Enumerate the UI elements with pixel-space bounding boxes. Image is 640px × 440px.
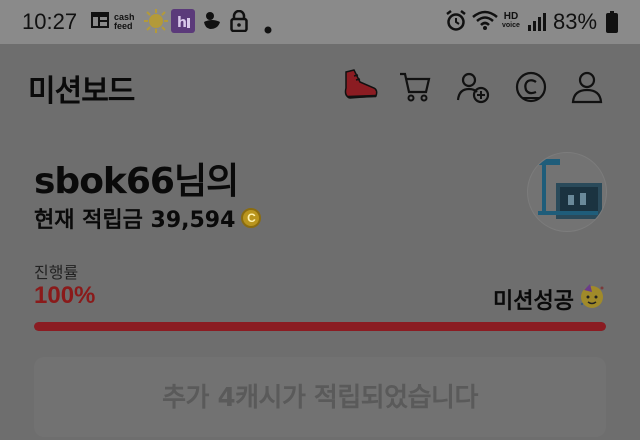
coin-icon: C [241,208,262,228]
balance-text: 현재 적립금 39,594 [34,208,236,233]
progress-bar-fill [34,322,606,331]
wifi-icon [472,9,498,35]
party-face-icon [578,282,606,316]
notification-dot-icon [264,19,272,38]
sun-face-icon [144,9,168,37]
reward-banner[interactable]: 추가 4캐시가 적립되었습니다 [34,357,606,437]
cashfeed-app-icon: cash feed [114,12,135,31]
battery-icon [606,11,618,37]
progress-bar [34,322,606,331]
username-heading: sbok66님의 [34,161,239,202]
add-friend-icon[interactable] [456,70,490,108]
battery-percent: 83% [553,9,598,34]
mission-status: 미션성공 [493,282,606,316]
lock-icon [230,9,248,36]
calendar-app-icon [90,10,110,34]
avatar[interactable] [527,152,607,232]
cart-icon[interactable] [398,70,432,108]
page-title: 미션보드 [28,74,135,109]
cash-coin-icon[interactable] [514,70,548,108]
hd-voice-indicator: HD voice [502,11,520,30]
progress-percent: 100% [34,282,96,309]
balance-row: 현재 적립금 39,594 C [34,202,262,234]
alarm-icon [446,10,466,36]
mission-status-text: 미션성공 [493,289,574,314]
sneaker-icon[interactable] [340,66,380,110]
svg-text:h: h [177,15,187,31]
status-bar: 10:27 cash feed h HD voice 83% [0,0,640,44]
reward-message: 추가 4캐시가 적립되었습니다 [162,383,478,413]
hi-app-icon: h [171,9,195,37]
profile-icon[interactable] [570,70,604,108]
duck-icon [202,10,222,34]
status-time: 10:27 [22,9,78,34]
signal-icon [527,12,547,36]
progress-label: 진행률 [34,263,79,282]
